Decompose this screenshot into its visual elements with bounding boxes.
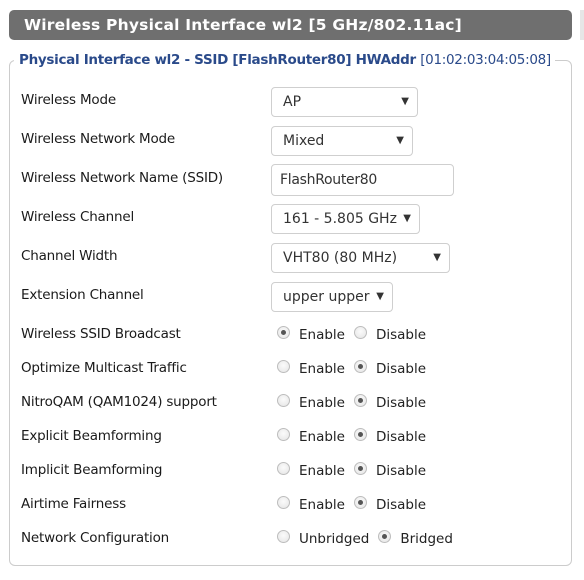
radio-option-enable[interactable]: Enable: [277, 461, 345, 479]
radio-row-label: Explicit Beamforming: [21, 428, 162, 444]
ssid-value: FlashRouter80: [280, 172, 377, 188]
radio-option-label: Disable: [375, 429, 427, 445]
radio-option-label: Disable: [375, 327, 427, 343]
radio-option-enable[interactable]: Enable: [277, 359, 345, 377]
radio-button[interactable]: [277, 495, 290, 509]
network-mode-label: Wireless Network Mode: [21, 131, 176, 147]
radio-button[interactable]: [277, 393, 290, 407]
section-title: Wireless Physical Interface wl2 [5 GHz/8…: [24, 16, 462, 34]
radio-row-label: Optimize Multicast Traffic: [21, 360, 187, 376]
radio-button[interactable]: [353, 359, 367, 373]
radio-option-disable[interactable]: Disable: [353, 495, 427, 513]
radio-option-disable[interactable]: Disable: [353, 427, 427, 445]
radio-row-label: NitroQAM (QAM1024) support: [21, 394, 217, 410]
radio-group: Enable Disable: [277, 427, 435, 448]
wireless-mode-value: AP: [283, 94, 302, 110]
radio-group: Enable Disable: [277, 359, 435, 380]
network-mode-select[interactable]: Mixed ▼: [271, 126, 413, 156]
radio-option-label: Disable: [375, 497, 427, 513]
chevron-down-icon: ▼: [401, 96, 409, 107]
radio-button[interactable]: [353, 495, 367, 509]
radio-option-disable[interactable]: Disable: [353, 325, 427, 343]
radio-button[interactable]: [277, 529, 290, 543]
channel-label: Wireless Channel: [21, 209, 135, 225]
radio-button[interactable]: [353, 325, 367, 339]
extension-channel-label: Extension Channel: [21, 287, 144, 303]
network-mode-value: Mixed: [283, 133, 325, 149]
channel-width-select[interactable]: VHT80 (80 MHz) ▼: [271, 243, 450, 273]
fieldset-legend: Physical Interface wl2 - SSID [FlashRout…: [14, 52, 555, 68]
radio-group: Enable Disable: [277, 393, 435, 414]
radio-option-label: Bridged: [400, 531, 453, 547]
wireless-mode-select[interactable]: AP ▼: [271, 87, 418, 117]
radio-option-label: Enable: [299, 361, 345, 377]
radio-option-label: Disable: [375, 361, 427, 377]
radio-option-bridged[interactable]: Bridged: [378, 529, 453, 547]
radio-option-enable[interactable]: Enable: [277, 393, 345, 411]
chevron-down-icon: ▼: [376, 291, 384, 302]
radio-option-label: Disable: [375, 395, 427, 411]
radio-button[interactable]: [277, 461, 290, 475]
radio-row-label: Implicit Beamforming: [21, 462, 163, 478]
channel-width-label: Channel Width: [21, 248, 118, 264]
radio-option-enable[interactable]: Enable: [277, 325, 345, 343]
radio-option-unbridged[interactable]: Unbridged: [277, 529, 370, 547]
radio-option-enable[interactable]: Enable: [277, 495, 345, 513]
radio-group: Unbridged Bridged: [277, 529, 462, 550]
radio-button[interactable]: [353, 427, 367, 441]
radio-option-label: Enable: [299, 463, 345, 479]
radio-group: Enable Disable: [277, 325, 435, 346]
legend-title: Physical Interface wl2 - SSID [FlashRout…: [19, 52, 416, 68]
adjacent-panel-edge: [580, 10, 584, 40]
channel-width-value: VHT80 (80 MHz): [283, 250, 398, 266]
chevron-down-icon: ▼: [396, 135, 404, 146]
radio-button[interactable]: [277, 359, 290, 373]
radio-row-label: Airtime Fairness: [21, 496, 126, 512]
ssid-label: Wireless Network Name (SSID): [21, 170, 224, 186]
radio-option-label: Unbridged: [299, 531, 370, 547]
wireless-mode-label: Wireless Mode: [21, 92, 116, 108]
radio-button[interactable]: [277, 427, 290, 441]
radio-option-label: Enable: [299, 395, 345, 411]
extension-channel-value: upper upper: [283, 289, 370, 305]
radio-button[interactable]: [378, 529, 392, 543]
radio-row-label: Wireless SSID Broadcast: [21, 326, 181, 342]
radio-group: Enable Disable: [277, 461, 435, 482]
radio-option-disable[interactable]: Disable: [353, 461, 427, 479]
ssid-input[interactable]: FlashRouter80: [271, 164, 454, 196]
chevron-down-icon: ▼: [433, 252, 441, 263]
radio-button[interactable]: [353, 393, 367, 407]
radio-row-label: Network Configuration: [21, 530, 170, 546]
radio-option-disable[interactable]: Disable: [353, 393, 427, 411]
radio-option-label: Enable: [299, 497, 345, 513]
radio-option-label: Disable: [375, 463, 427, 479]
channel-select[interactable]: 161 - 5.805 GHz ▼: [271, 204, 420, 234]
legend-hwaddr: [01:02:03:04:05:08]: [420, 52, 551, 68]
radio-option-disable[interactable]: Disable: [353, 359, 427, 377]
radio-button[interactable]: [353, 461, 367, 475]
chevron-down-icon: ▼: [403, 213, 411, 224]
radio-option-enable[interactable]: Enable: [277, 427, 345, 445]
section-header: Wireless Physical Interface wl2 [5 GHz/8…: [9, 10, 572, 40]
extension-channel-select[interactable]: upper upper ▼: [271, 282, 393, 312]
radio-button[interactable]: [277, 325, 290, 339]
radio-group: Enable Disable: [277, 495, 435, 516]
channel-value: 161 - 5.805 GHz: [283, 211, 397, 227]
radio-option-label: Enable: [299, 429, 345, 445]
radio-option-label: Enable: [299, 327, 345, 343]
